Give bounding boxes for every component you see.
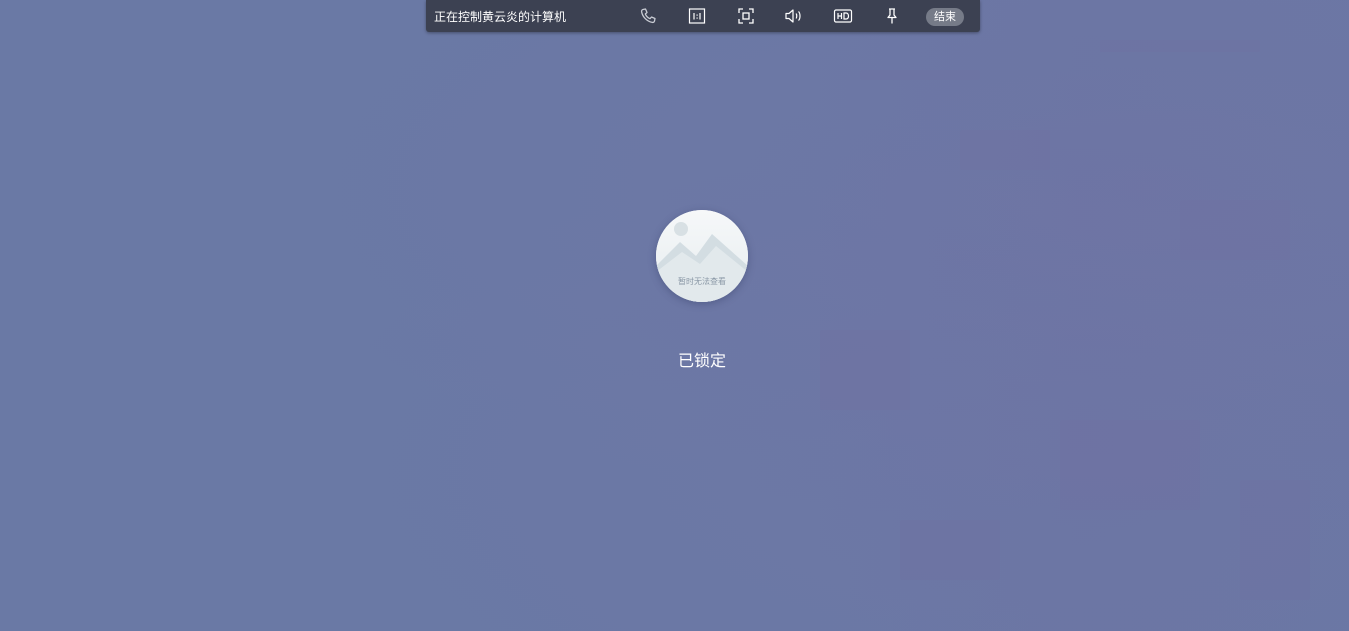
- speaker-icon[interactable]: [784, 6, 804, 26]
- background-texture: [820, 330, 910, 410]
- lock-status-text: 已锁定: [677, 351, 726, 370]
- user-avatar-placeholder: 暂时无法查看: [656, 210, 748, 302]
- pin-icon[interactable]: [882, 6, 902, 26]
- phone-icon[interactable]: [638, 6, 658, 26]
- avatar-caption: 暂时无法查看: [678, 277, 726, 286]
- background-texture: [1240, 480, 1310, 600]
- actual-size-icon[interactable]: [687, 6, 707, 26]
- end-session-button[interactable]: 结束: [926, 8, 964, 26]
- background-texture: [1180, 200, 1290, 260]
- background-texture: [860, 70, 980, 80]
- remote-control-toolbar: 正在控制黄云炎的计算机 结束: [426, 0, 980, 32]
- background-texture: [900, 520, 1000, 580]
- image-placeholder-icon: [656, 210, 748, 302]
- fullscreen-icon[interactable]: [736, 6, 756, 26]
- background-texture: [1060, 420, 1200, 510]
- remote-session-title: 正在控制黄云炎的计算机: [434, 10, 567, 24]
- background-texture: [960, 130, 1050, 170]
- hd-icon[interactable]: [833, 6, 853, 26]
- remote-desktop-background: [0, 0, 1349, 631]
- background-texture: [1100, 40, 1260, 52]
